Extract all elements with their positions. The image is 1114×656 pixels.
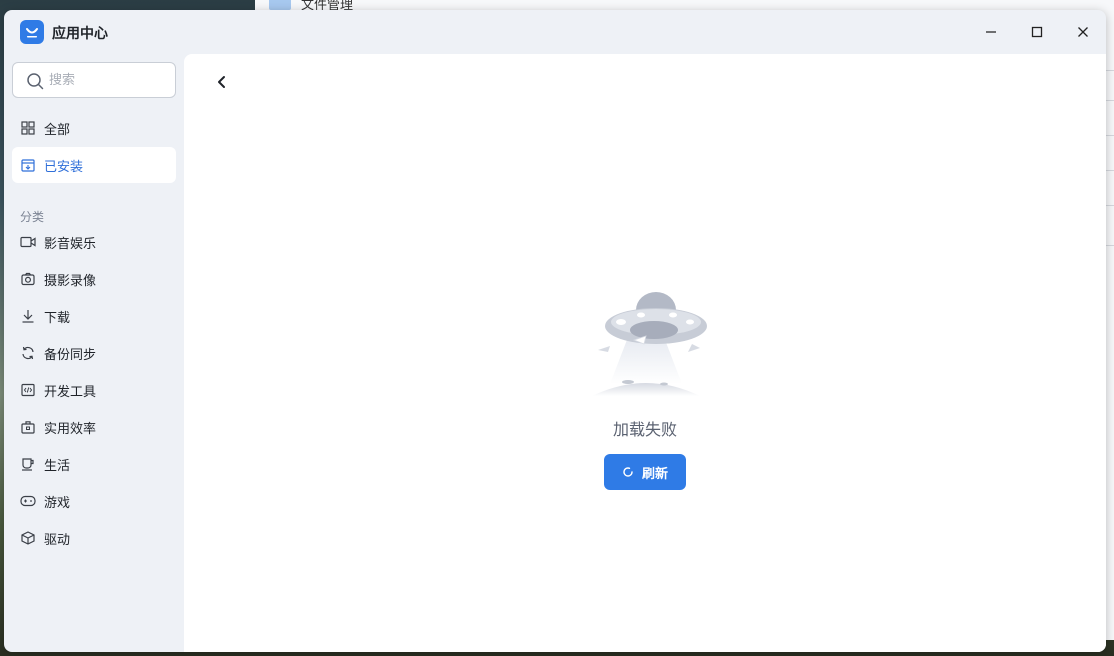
nav-item-label: 全部 bbox=[44, 122, 71, 138]
toolbox-icon bbox=[20, 419, 36, 435]
camera-icon bbox=[20, 271, 36, 287]
category-item-label: 备份同步 bbox=[44, 347, 97, 363]
search-box[interactable] bbox=[12, 62, 176, 98]
category-item-label: 下载 bbox=[44, 310, 71, 326]
window-title: 应用中心 bbox=[52, 26, 108, 42]
sidebar: 全部 已安装 分类 影音娱乐 摄影录像 下载 bbox=[4, 54, 184, 652]
category-item-download[interactable]: 下载 bbox=[12, 298, 176, 334]
category-item-camera[interactable]: 摄影录像 bbox=[12, 261, 176, 297]
back-button[interactable] bbox=[210, 70, 234, 94]
category-item-label: 驱动 bbox=[44, 532, 71, 548]
video-icon bbox=[20, 234, 36, 250]
maximize-button[interactable] bbox=[1022, 18, 1052, 46]
category-item-productivity[interactable]: 实用效率 bbox=[12, 409, 176, 445]
main-content: 加载失败 刷新 bbox=[184, 54, 1106, 652]
category-item-label: 摄影录像 bbox=[44, 273, 97, 289]
minimize-button[interactable] bbox=[976, 18, 1006, 46]
titlebar: 应用中心 bbox=[4, 10, 1106, 54]
nav-item-all[interactable]: 全部 bbox=[12, 110, 176, 146]
category-item-video[interactable]: 影音娱乐 bbox=[12, 224, 176, 260]
category-item-label: 开发工具 bbox=[44, 384, 97, 400]
search-input[interactable] bbox=[49, 71, 167, 89]
category-item-drivers[interactable]: 驱动 bbox=[12, 520, 176, 556]
gamepad-icon bbox=[20, 493, 36, 509]
search-icon bbox=[27, 73, 44, 90]
download-icon bbox=[20, 308, 36, 324]
refresh-icon bbox=[623, 467, 633, 477]
app-center-window: 应用中心 全部 已安装 bbox=[4, 10, 1106, 652]
maximize-icon bbox=[1031, 26, 1043, 38]
category-item-life[interactable]: 生活 bbox=[12, 446, 176, 482]
cube-icon bbox=[20, 530, 36, 546]
code-icon bbox=[20, 382, 36, 398]
grid-icon bbox=[20, 120, 36, 136]
category-item-sync[interactable]: 备份同步 bbox=[12, 335, 176, 371]
category-item-dev-tools[interactable]: 开发工具 bbox=[12, 372, 176, 408]
folder-icon bbox=[269, 0, 291, 10]
category-heading: 分类 bbox=[20, 210, 45, 224]
ufo-error-illustration bbox=[592, 292, 707, 396]
refresh-button-label: 刷新 bbox=[641, 466, 668, 482]
category-item-games[interactable]: 游戏 bbox=[12, 483, 176, 519]
minimize-icon bbox=[986, 31, 996, 33]
close-button[interactable] bbox=[1068, 18, 1098, 46]
app-center-logo-icon bbox=[20, 20, 44, 44]
nav-item-label: 已安装 bbox=[44, 159, 84, 175]
nav-item-installed[interactable]: 已安装 bbox=[12, 147, 176, 183]
load-failed-message: 加载失败 bbox=[612, 420, 677, 439]
sync-icon bbox=[20, 345, 36, 361]
chevron-left-icon bbox=[218, 76, 225, 88]
category-item-label: 生活 bbox=[44, 458, 71, 474]
background-window-title: 文件管理 bbox=[269, 0, 353, 13]
installed-box-icon bbox=[20, 157, 36, 173]
category-item-label: 游戏 bbox=[44, 495, 71, 511]
cup-icon bbox=[20, 456, 36, 472]
category-item-label: 影音娱乐 bbox=[44, 236, 97, 252]
category-item-label: 实用效率 bbox=[44, 421, 97, 437]
close-icon bbox=[1078, 27, 1088, 37]
refresh-button[interactable]: 刷新 bbox=[604, 454, 686, 490]
